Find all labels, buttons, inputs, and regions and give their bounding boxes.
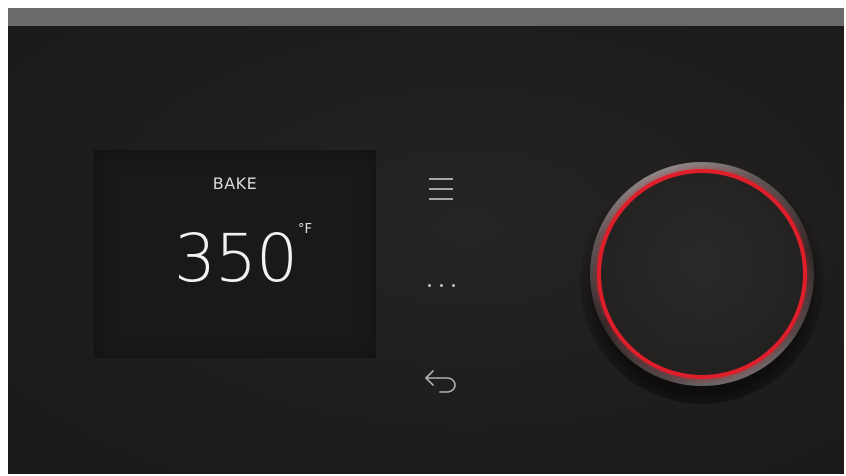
control-surface: BAKE 350 °F: [8, 26, 844, 474]
back-arrow-icon: [425, 370, 456, 393]
temperature-readout: 350 °F: [174, 220, 324, 300]
cook-mode-label: BAKE: [212, 174, 258, 193]
status-display: BAKE 350 °F: [94, 150, 376, 358]
more-options-button[interactable]: [416, 260, 466, 310]
knob-face: [601, 173, 803, 375]
menu-button[interactable]: [416, 164, 466, 214]
temperature-value: 350: [174, 220, 298, 297]
more-dots-icon: [427, 283, 455, 287]
control-knob[interactable]: [590, 162, 814, 386]
temperature-unit: °F: [298, 222, 312, 237]
back-button[interactable]: [416, 356, 466, 406]
top-trim-strip: [8, 8, 844, 26]
menu-icon: [429, 176, 453, 202]
oven-control-panel: BAKE 350 °F: [8, 8, 844, 474]
